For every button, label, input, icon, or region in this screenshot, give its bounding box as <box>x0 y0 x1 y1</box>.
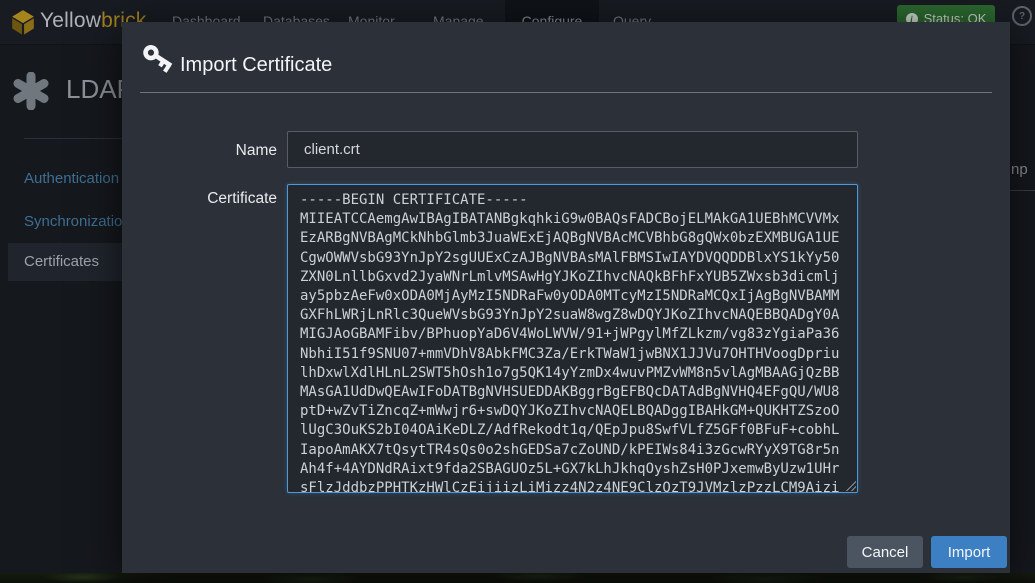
yellowbrick-logo-icon <box>10 9 36 35</box>
background-photo-strip <box>0 573 1035 583</box>
cancel-button[interactable]: Cancel <box>847 536 923 568</box>
help-icon[interactable]: ? <box>1012 6 1032 26</box>
app-root: Yellowbrick Dashboard Databases Monitor … <box>0 0 1035 583</box>
import-button[interactable]: Import <box>931 536 1007 568</box>
modal-title: Import Certificate <box>180 54 332 77</box>
sidebar-item-authentication[interactable]: Authentication <box>24 170 119 187</box>
key-icon <box>138 42 178 82</box>
clipped-background-text: np <box>1011 161 1028 178</box>
sidebar-item-certificates[interactable]: Certificates <box>8 243 122 281</box>
brand-prefix: Yellow <box>40 9 101 32</box>
sidebar-item-certificates-label: Certificates <box>24 253 99 270</box>
certificate-field-label: Certificate <box>122 190 277 208</box>
sidebar-item-synchronization[interactable]: Synchronization <box>24 213 131 230</box>
certificate-textarea[interactable]: -----BEGIN CERTIFICATE----- MIIEATCCAemg… <box>287 184 858 493</box>
clipped-background-divider <box>1010 190 1035 191</box>
ldap-asterisk-icon <box>12 72 50 110</box>
certificate-text: -----BEGIN CERTIFICATE----- MIIEATCCAemg… <box>288 185 857 493</box>
name-field-label: Name <box>122 142 277 160</box>
name-input[interactable] <box>287 131 858 168</box>
modal-title-divider <box>140 92 992 93</box>
import-certificate-modal: Import Certificate Name Certificate ----… <box>122 22 1010 573</box>
